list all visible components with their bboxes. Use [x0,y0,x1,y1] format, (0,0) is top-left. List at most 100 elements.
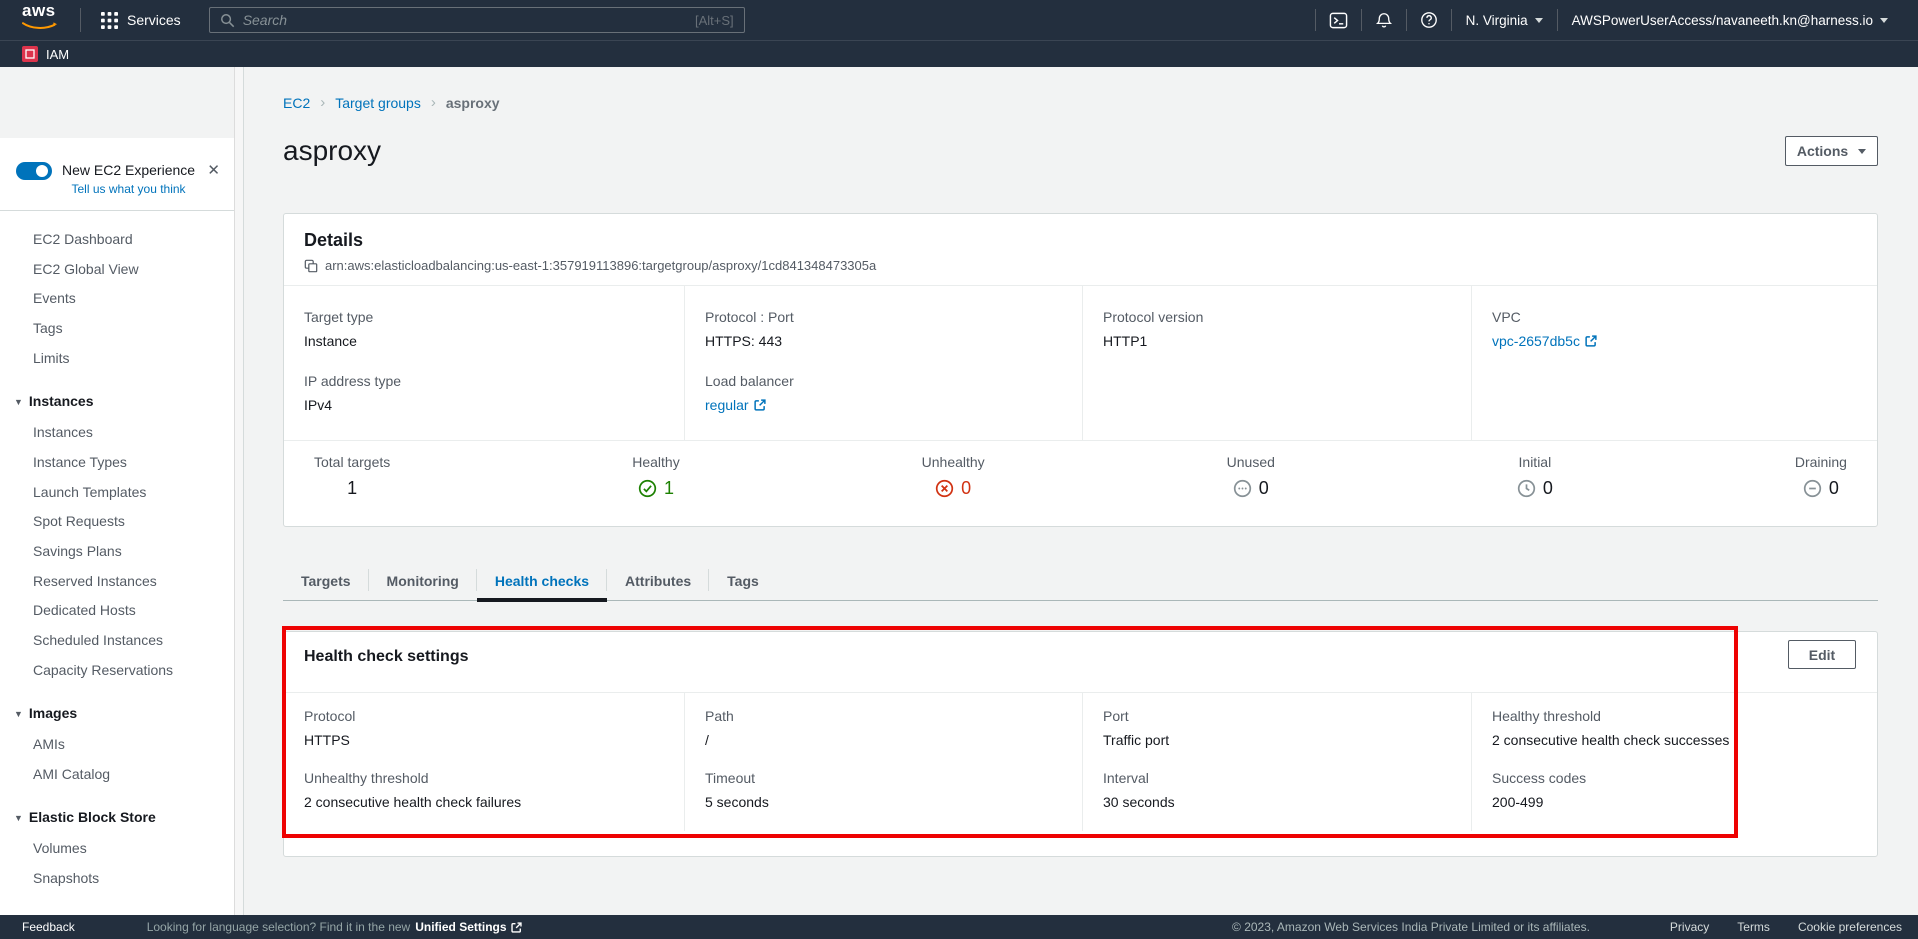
help-button[interactable] [1407,11,1451,29]
hc-protocol-value: HTTPS [304,731,674,749]
notifications-button[interactable] [1362,11,1406,30]
top-navigation-bar: aws Services [Alt+S] [0,0,1918,40]
language-hint-text: Looking for language selection? Find it … [147,920,411,934]
region-selector[interactable]: N. Virginia [1452,13,1557,28]
sidebar-item-tags[interactable]: Tags [0,314,236,344]
cookie-preferences-link[interactable]: Cookie preferences [1798,920,1902,934]
feedback-link[interactable]: Feedback [22,920,75,934]
tab-targets[interactable]: Targets [283,564,369,600]
main-content: EC2 › Target groups › asproxy asproxy Ac… [244,67,1918,915]
stat-value: 0 [1259,478,1269,499]
sidebar-section-images[interactable]: Images [0,699,236,731]
sidebar-item-limits[interactable]: Limits [0,344,236,374]
field-label: Healthy threshold [1492,707,1867,725]
section-caret-icon [14,700,23,730]
sidebar-item-ami-catalog[interactable]: AMI Catalog [0,760,236,790]
close-icon[interactable]: ✕ [207,164,220,178]
sidebar-item-amis[interactable]: AMIs [0,730,236,760]
tell-us-link[interactable]: Tell us what you think [62,182,195,196]
breadcrumb-target-groups-link[interactable]: Target groups [335,95,421,111]
tab-monitoring[interactable]: Monitoring [369,564,477,600]
edit-button-label: Edit [1809,647,1835,663]
vpc-link[interactable]: vpc-2657db5c [1492,332,1597,350]
region-label: N. Virginia [1466,13,1528,28]
sidebar-item-instance-types[interactable]: Instance Types [0,448,236,478]
healthy-check-circle-icon [638,479,657,498]
load-balancer-value: regular [705,396,749,414]
sidebar-item-launch-templates[interactable]: Launch Templates [0,478,236,508]
external-link-icon [754,399,766,411]
account-menu[interactable]: AWSPowerUserAccess/navaneeth.kn@harness.… [1558,13,1902,28]
sidebar-item-scheduled-instances[interactable]: Scheduled Instances [0,626,236,656]
section-caret-icon [14,388,23,418]
hc-interval-value: 30 seconds [1103,793,1461,811]
hc-unhealthy-threshold-value: 2 consecutive health check failures [304,793,674,811]
search-input[interactable] [243,12,687,28]
search-shortcut-hint: [Alt+S] [695,13,734,28]
services-menu-button[interactable]: Services [95,12,187,29]
hc-healthy-threshold-value: 2 consecutive health check successes [1492,731,1867,749]
sidebar-item-savings-plans[interactable]: Savings Plans [0,537,236,567]
sidebar-section-instances[interactable]: Instances [0,387,236,419]
global-search[interactable]: [Alt+S] [209,7,745,33]
sidebar-item-events[interactable]: Events [0,284,236,314]
field-label: Protocol version [1103,308,1461,326]
page-title: asproxy [283,135,381,167]
sidebar-item-instances[interactable]: Instances [0,418,236,448]
sidebar-section-label: Instances [29,393,94,409]
terms-link[interactable]: Terms [1737,920,1770,934]
breadcrumb: EC2 › Target groups › asproxy [283,67,1878,111]
sidebar-item-snapshots[interactable]: Snapshots [0,864,236,894]
tab-health-checks[interactable]: Health checks [477,564,607,600]
hc-path-value: / [705,731,1072,749]
external-link-icon [1585,335,1597,347]
field-label: Port [1103,707,1461,725]
protocol-port-value: HTTPS: 443 [705,332,1072,350]
sidebar-item-dedicated-hosts[interactable]: Dedicated Hosts [0,596,236,626]
sidebar-item-volumes[interactable]: Volumes [0,834,236,864]
sidebar-item-reserved-instances[interactable]: Reserved Instances [0,567,236,597]
breadcrumb-current: asproxy [446,95,500,111]
stat-unhealthy: Unhealthy 0 [922,453,985,526]
field-label: Load balancer [705,372,1072,390]
search-icon [220,13,235,28]
aws-logo[interactable]: aws [22,4,66,36]
health-check-settings-card: Health check settings Edit Protocol HTTPS… [283,631,1878,857]
privacy-link[interactable]: Privacy [1670,920,1709,934]
field-label: Protocol [304,707,674,725]
target-status-summary: Total targets 1 Healthy 1 Unhealthy 0 [284,440,1877,526]
stat-label: Total targets [314,453,390,471]
sidebar-item-capacity-reservations[interactable]: Capacity Reservations [0,656,236,686]
sidebar-item-spot-requests[interactable]: Spot Requests [0,507,236,537]
cloudshell-terminal-icon [1329,11,1348,30]
sidebar-item-ec2-global-view[interactable]: EC2 Global View [0,255,236,285]
actions-button[interactable]: Actions [1785,136,1878,166]
field-label: Interval [1103,769,1461,787]
stat-total-targets: Total targets 1 [314,453,390,526]
sidebar-item-ec2-dashboard[interactable]: EC2 Dashboard [0,225,236,255]
unified-settings-link[interactable]: Unified Settings [415,920,521,934]
new-experience-toggle[interactable] [16,162,52,180]
load-balancer-link[interactable]: regular [705,396,766,414]
stat-value: 0 [1543,478,1553,499]
footer-bar: Feedback Looking for language selection?… [0,915,1918,939]
vpc-value: vpc-2657db5c [1492,332,1580,350]
services-grid-icon [101,12,118,29]
sidebar-section-elastic-block-store[interactable]: Elastic Block Store [0,803,236,835]
breadcrumb-ec2-link[interactable]: EC2 [283,95,310,111]
initial-clock-circle-icon [1517,479,1536,498]
sidebar-section-label: Images [29,705,77,721]
health-check-settings-title: Health check settings [304,648,1857,666]
cloudshell-button[interactable] [1316,11,1361,30]
field-label: Target type [304,308,674,326]
copy-icon[interactable] [304,259,318,273]
stat-draining: Draining 0 [1795,453,1847,526]
tab-attributes[interactable]: Attributes [607,564,709,600]
edit-button[interactable]: Edit [1788,640,1856,669]
iam-service-icon [22,46,38,62]
target-group-arn: arn:aws:elasticloadbalancing:us-east-1:3… [325,258,876,273]
favorite-iam-link[interactable]: IAM [22,46,69,62]
tab-tags[interactable]: Tags [709,564,777,600]
topbar-divider [80,8,81,32]
field-label: IP address type [304,372,674,390]
